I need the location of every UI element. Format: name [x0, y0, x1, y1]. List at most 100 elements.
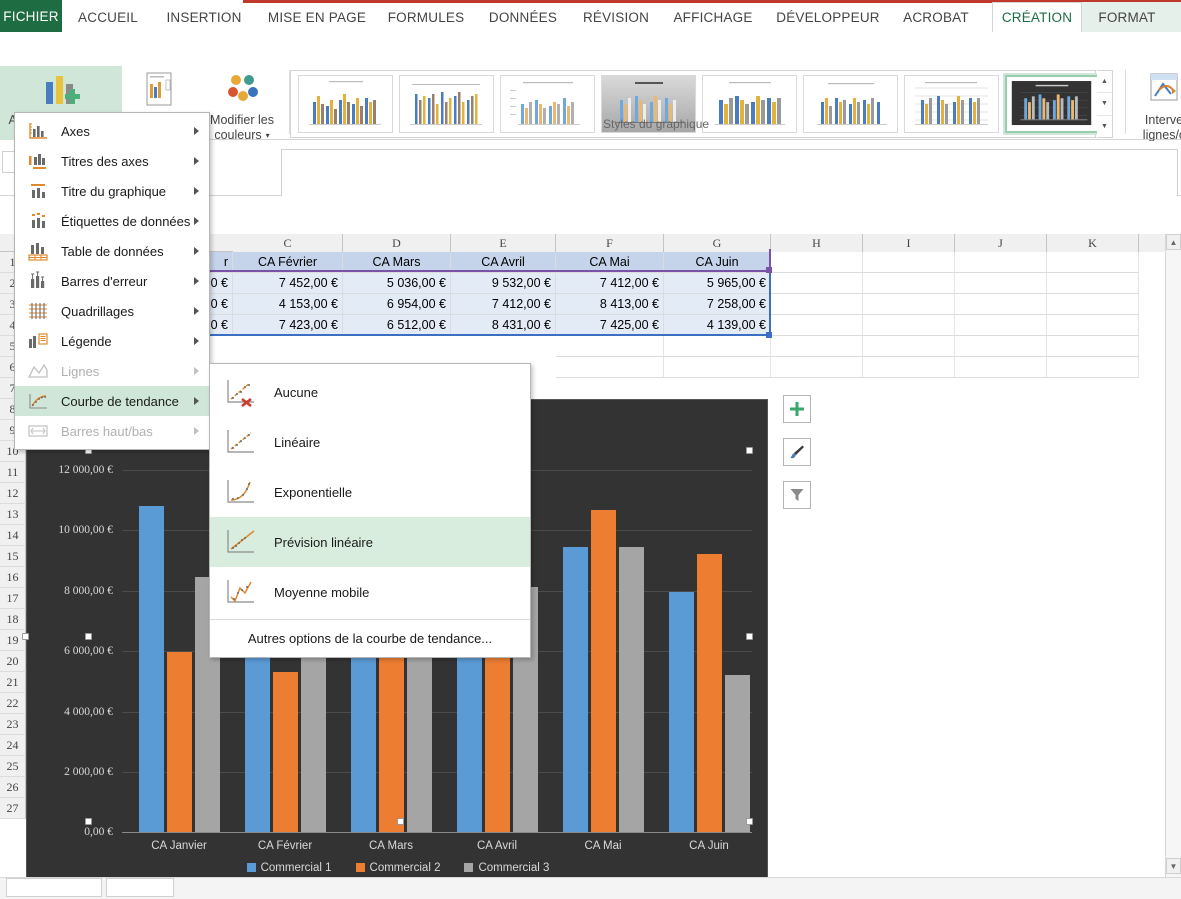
column-header-I[interactable]: I	[863, 234, 955, 252]
tab-insertion[interactable]: INSERTION	[155, 3, 253, 32]
cell-empty[interactable]	[863, 294, 955, 315]
bar-commercial2-janvier[interactable]	[167, 652, 192, 832]
column-header-G[interactable]: G	[664, 234, 771, 252]
cell-empty[interactable]	[771, 252, 863, 273]
bar-commercial1-mars[interactable]	[351, 639, 376, 832]
bar-commercial1-juin[interactable]	[669, 592, 694, 832]
cell-G2[interactable]: 5 965,00 €	[664, 273, 771, 294]
menu-item-courbe-de-tendance[interactable]: Courbe de tendance	[15, 386, 209, 416]
row-header[interactable]: 21	[0, 672, 26, 693]
gallery-scroll-more-icon[interactable]: ▼	[1097, 116, 1112, 137]
cell-empty[interactable]	[1047, 252, 1139, 273]
chart-resize-handle[interactable]	[746, 633, 753, 640]
tab-developpeur[interactable]: DÉVELOPPEUR	[766, 3, 890, 32]
menu-item-axes[interactable]: Axes	[15, 116, 209, 146]
cell-C2[interactable]: 7 452,00 €	[233, 273, 343, 294]
row-header[interactable]: 15	[0, 546, 26, 567]
cell-E3[interactable]: 7 412,00 €	[451, 294, 556, 315]
row-header[interactable]: 20	[0, 651, 26, 672]
chart-style-thumb-selected[interactable]	[1003, 73, 1102, 135]
row-header[interactable]: 22	[0, 693, 26, 714]
cell-empty[interactable]	[863, 336, 955, 357]
menu-item-etiquettes-de-donnees[interactable]: Étiquettes de données	[15, 206, 209, 236]
cell-empty[interactable]	[955, 273, 1047, 294]
cell-empty[interactable]	[1047, 315, 1139, 336]
row-header[interactable]: 25	[0, 756, 26, 777]
cell-C3[interactable]: 4 153,00 €	[233, 294, 343, 315]
cell-empty[interactable]	[771, 273, 863, 294]
cell-empty[interactable]	[863, 273, 955, 294]
cell-empty[interactable]	[955, 252, 1047, 273]
chart-resize-handle[interactable]	[746, 447, 753, 454]
bar-commercial2-fevrier[interactable]	[273, 672, 298, 832]
cell-empty[interactable]	[955, 294, 1047, 315]
sheet-tab[interactable]	[6, 878, 102, 897]
row-header[interactable]: 13	[0, 504, 26, 525]
submenu-item-moyenne-mobile[interactable]: Moyenne mobile	[210, 567, 530, 617]
bar-commercial3-juin[interactable]	[725, 675, 750, 832]
cell-empty[interactable]	[1047, 336, 1139, 357]
cell-F3[interactable]: 8 413,00 €	[556, 294, 664, 315]
tab-revision[interactable]: RÉVISION	[574, 3, 658, 32]
submenu-item-aucune[interactable]: Aucune	[210, 367, 530, 417]
tab-mise-en-page[interactable]: MISE EN PAGE	[258, 3, 376, 32]
tab-donnees[interactable]: DONNÉES	[477, 3, 569, 32]
row-header[interactable]: 17	[0, 588, 26, 609]
row-header[interactable]: 14	[0, 525, 26, 546]
chart-resize-handle[interactable]	[397, 818, 404, 825]
cell-empty[interactable]	[771, 336, 863, 357]
cell-empty[interactable]	[664, 336, 771, 357]
vertical-scrollbar[interactable]: ▲ ▼	[1165, 234, 1181, 899]
cell-empty[interactable]	[955, 315, 1047, 336]
cell-E4[interactable]: 8 431,00 €	[451, 315, 556, 336]
cell-empty[interactable]	[863, 357, 955, 378]
cell-F2[interactable]: 7 412,00 €	[556, 273, 664, 294]
gallery-scrollbar[interactable]: ▲ ▼ ▼	[1097, 70, 1113, 138]
tab-format[interactable]: FORMAT	[1087, 3, 1167, 32]
cell-empty[interactable]	[955, 357, 1047, 378]
switch-row-column-button[interactable]: Interve lignes/c	[1134, 66, 1181, 142]
cell-D4[interactable]: 6 512,00 €	[343, 315, 451, 336]
tab-accueil[interactable]: ACCUEIL	[70, 3, 146, 32]
cell-empty[interactable]	[771, 357, 863, 378]
scroll-up-icon[interactable]: ▲	[1166, 234, 1181, 250]
row-header[interactable]: 23	[0, 714, 26, 735]
column-header-E[interactable]: E	[451, 234, 556, 252]
gallery-scroll-up-icon[interactable]: ▲	[1097, 71, 1112, 94]
scroll-down-icon[interactable]: ▼	[1166, 858, 1181, 874]
formula-input[interactable]	[281, 149, 1178, 197]
chart-style-thumb[interactable]	[904, 75, 999, 133]
bar-commercial1-janvier[interactable]	[139, 506, 164, 832]
cell-empty[interactable]	[771, 315, 863, 336]
submenu-more-options[interactable]: Autres options de la courbe de tendance.…	[210, 622, 530, 654]
menu-item-legende[interactable]: Légende	[15, 326, 209, 356]
cell-empty[interactable]	[955, 336, 1047, 357]
chart-style-thumb[interactable]	[399, 75, 494, 133]
column-header-F[interactable]: F	[556, 234, 664, 252]
change-colors-button[interactable]: Modifier les couleurs ▾	[198, 66, 286, 142]
chart-resize-handle[interactable]	[746, 818, 753, 825]
bar-commercial2-mai[interactable]	[591, 510, 616, 832]
cell-D2[interactable]: 5 036,00 €	[343, 273, 451, 294]
bar-commercial3-mai[interactable]	[619, 547, 644, 832]
menu-item-table-de-donnees[interactable]: Table de données	[15, 236, 209, 266]
chart-style-thumb[interactable]	[803, 75, 898, 133]
cell-empty[interactable]	[863, 252, 955, 273]
cell-G4[interactable]: 4 139,00 €	[664, 315, 771, 336]
selection-handle[interactable]	[766, 332, 772, 338]
row-header[interactable]: 11	[0, 462, 26, 483]
column-header-J[interactable]: J	[955, 234, 1047, 252]
chart-elements-button[interactable]	[783, 395, 811, 423]
column-header-partial[interactable]	[1139, 234, 1165, 252]
submenu-item-prevision-lineaire[interactable]: Prévision linéaire	[210, 517, 530, 567]
column-header-C[interactable]: C	[233, 234, 343, 252]
chart-resize-handle[interactable]	[85, 818, 92, 825]
legend-entry-commercial1[interactable]: Commercial 1	[246, 862, 332, 874]
menu-item-titres-des-axes[interactable]: Titres des axes	[15, 146, 209, 176]
legend-entry-commercial2[interactable]: Commercial 2	[355, 862, 440, 874]
tab-acrobat[interactable]: ACROBAT	[893, 3, 979, 32]
cell-C4[interactable]: 7 423,00 €	[233, 315, 343, 336]
cell-D3[interactable]: 6 954,00 €	[343, 294, 451, 315]
column-header-K[interactable]: K	[1047, 234, 1139, 252]
cell-empty[interactable]	[863, 315, 955, 336]
